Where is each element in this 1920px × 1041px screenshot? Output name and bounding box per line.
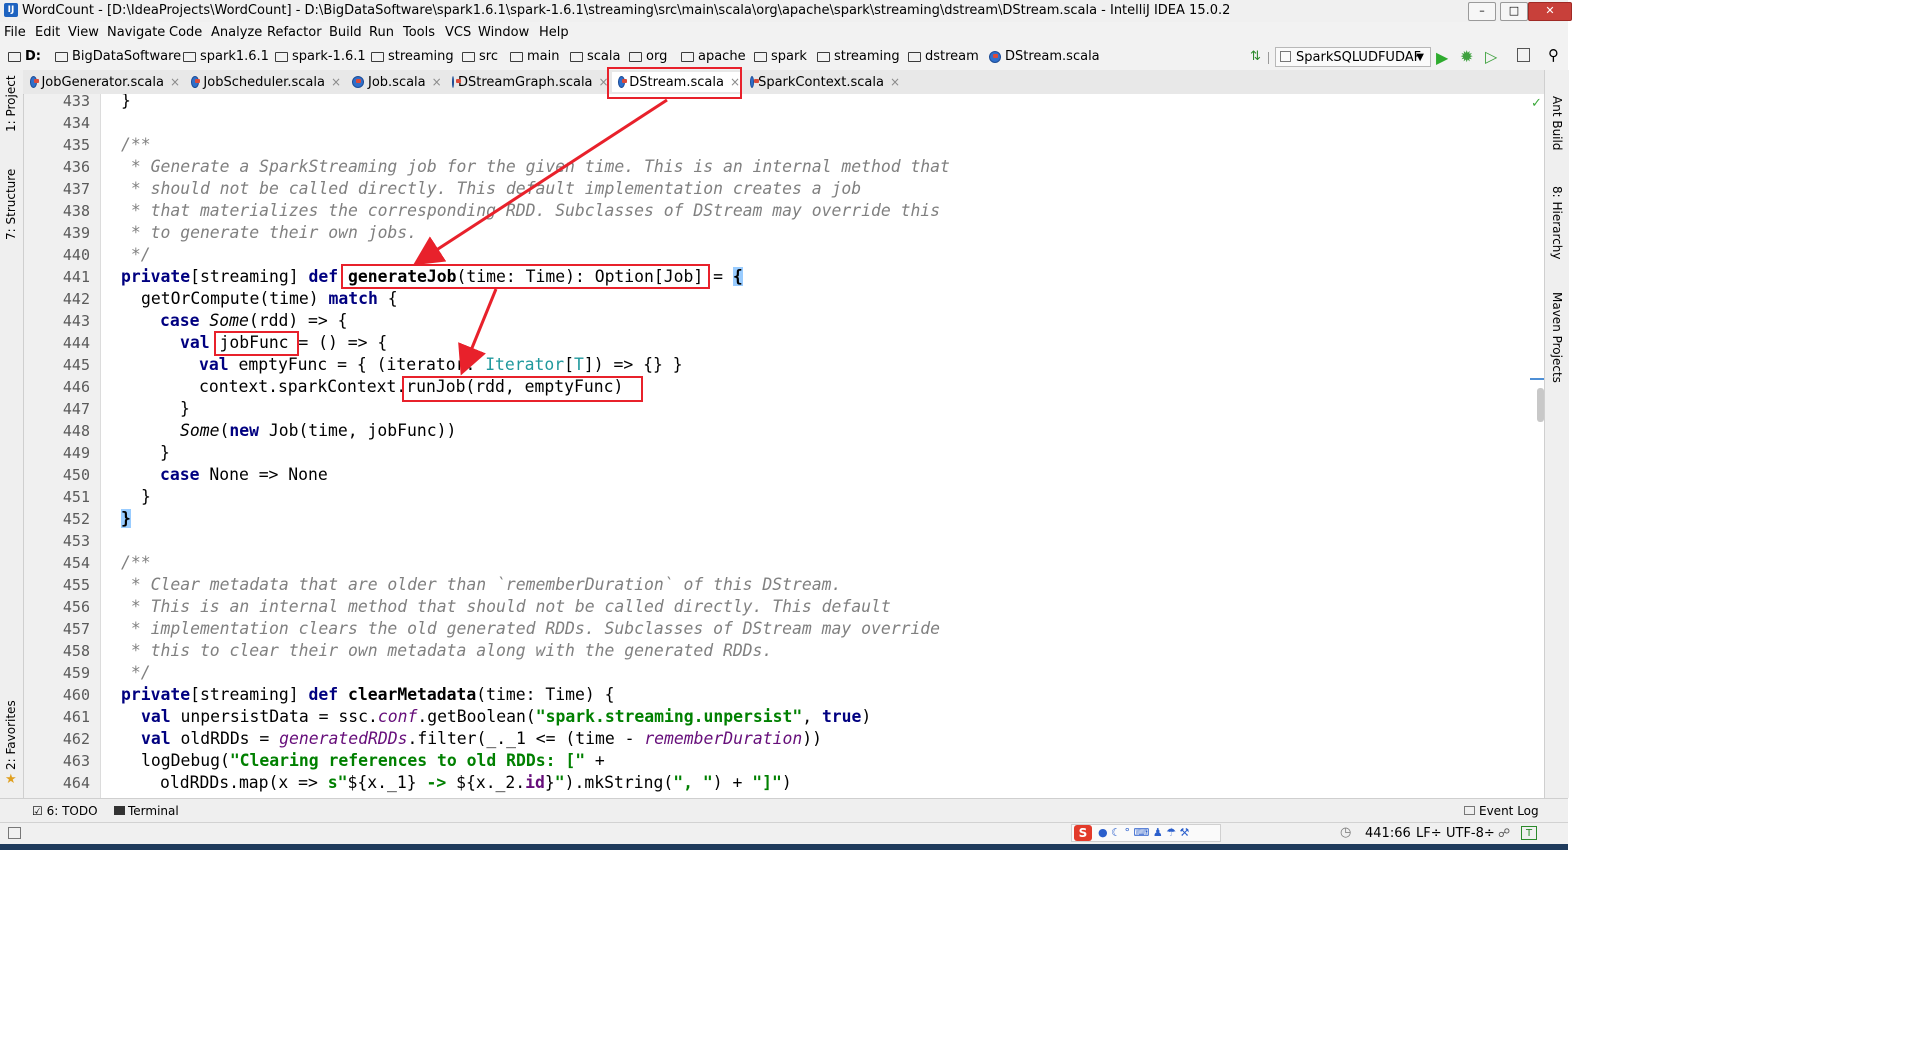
ime-toolbar[interactable]: S ● ☾ ° ⌨ ♟ ☂ ⚒ xyxy=(1071,824,1221,842)
arrow-tab-to-generatejob xyxy=(412,98,668,266)
ime-logo-icon: S xyxy=(1074,825,1092,841)
hector-icon[interactable]: T xyxy=(1521,826,1537,840)
file-encoding[interactable]: UTF-8÷ xyxy=(1446,826,1495,841)
event-log-icon xyxy=(1464,806,1475,815)
terminal-icon xyxy=(114,806,125,815)
caret-position[interactable]: 441:66 xyxy=(1365,826,1411,841)
line-separator[interactable]: LF÷ xyxy=(1416,826,1442,841)
lock-icon[interactable]: ☍ xyxy=(1498,826,1510,840)
todo-tool[interactable]: ☑ 6: TODO xyxy=(32,804,98,818)
tool-windows-icon[interactable] xyxy=(8,827,21,839)
status-bar: ◷ 441:66 LF÷ UTF-8÷ ☍ T xyxy=(0,822,1568,845)
os-taskbar xyxy=(0,844,1568,850)
ime-options-icons: ● ☾ ° ⌨ ♟ ☂ ⚒ xyxy=(1098,826,1190,839)
clock-icon: ◷ xyxy=(1340,825,1352,840)
arrow-generatejob-to-runjob xyxy=(458,288,498,376)
annotation-arrows xyxy=(412,98,668,376)
event-log-tool[interactable]: Event Log xyxy=(1464,804,1539,818)
terminal-tool[interactable]: Terminal xyxy=(114,804,179,818)
bottom-tool-bar: ☑ 6: TODO Terminal Event Log xyxy=(0,798,1568,823)
